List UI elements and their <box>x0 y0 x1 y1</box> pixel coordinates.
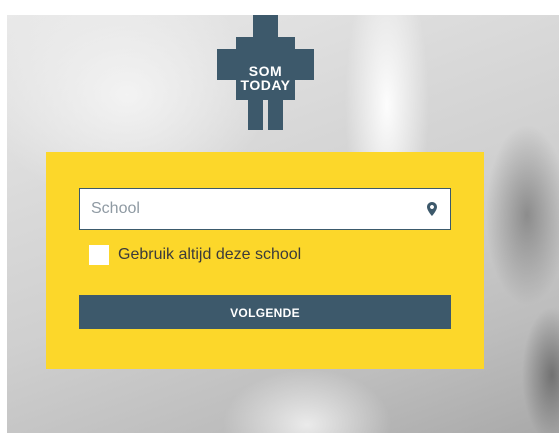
school-field[interactable] <box>79 188 451 230</box>
remember-school-checkbox[interactable] <box>89 245 109 265</box>
next-button[interactable]: VOLGENDE <box>79 295 451 329</box>
map-pin-icon[interactable] <box>427 202 437 216</box>
som-today-logo: SOM TODAY <box>217 15 314 130</box>
logo-text-som: SOM <box>248 63 283 79</box>
login-panel: Gebruik altijd deze school VOLGENDE <box>46 152 484 369</box>
remember-school-row[interactable]: Gebruik altijd deze school <box>89 244 301 266</box>
logo-text-today: TODAY <box>240 77 291 93</box>
school-input[interactable] <box>80 189 420 229</box>
remember-school-label[interactable]: Gebruik altijd deze school <box>118 246 301 264</box>
login-page: SOM TODAY Gebruik altijd deze school VOL… <box>0 0 559 433</box>
